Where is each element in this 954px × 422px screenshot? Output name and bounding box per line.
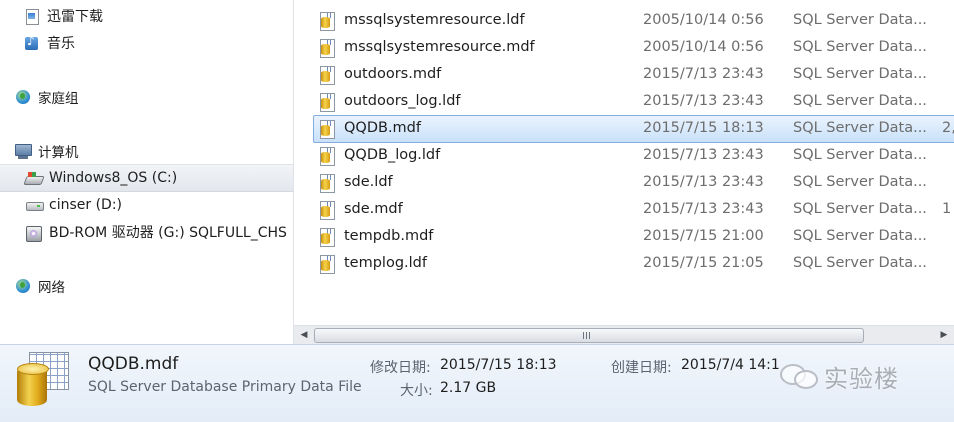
file-date: 2005/10/14 0:56 [643,12,764,28]
horizontal-scrollbar[interactable]: ◀ ▶ [294,325,954,344]
nav-item-label: 计算机 [38,145,79,161]
database-file-icon [320,66,336,85]
size-label: 大小: [400,383,433,399]
file-name: QQDB.mdf [344,120,421,136]
nav-item-homegroup[interactable]: 家庭组 [0,84,293,110]
modified-date-label: 修改日期: [370,360,431,376]
details-file-name: QQDB.mdf [88,354,179,374]
file-name: QQDB_log.ldf [344,147,441,163]
database-file-icon [320,39,336,58]
database-file-icon [320,120,336,139]
file-row[interactable]: QQDB_log.ldf 2015/7/13 23:43 SQL Server … [314,143,954,169]
file-date: 2015/7/13 23:43 [643,174,764,190]
database-file-icon [320,228,336,247]
file-row[interactable]: outdoors.mdf 2015/7/13 23:43 SQL Server … [314,62,954,88]
file-row-selected[interactable]: QQDB.mdf 2015/7/15 18:13 SQL Server Data… [313,115,954,143]
file-row[interactable]: outdoors_log.ldf 2015/7/13 23:43 SQL Ser… [314,89,954,115]
music-folder-icon [23,34,41,52]
file-list: mssqlsystemresource.ldf 2005/10/14 0:56 … [294,0,954,325]
scroll-left-arrow-icon[interactable]: ◀ [297,328,311,342]
database-file-icon [320,201,336,220]
scrollbar-thumb[interactable] [314,328,864,343]
file-type: SQL Server Data... [793,174,927,190]
file-type: SQL Server Data... [793,93,927,109]
modified-date-value: 2015/7/15 18:13 [440,357,557,373]
file-date: 2015/7/13 23:43 [643,93,764,109]
nav-item-drive-c[interactable]: Windows8_OS (C:) [0,164,293,192]
file-name: mssqlsystemresource.ldf [344,12,525,28]
file-name: outdoors.mdf [344,66,442,82]
scroll-right-arrow-icon[interactable]: ▶ [937,328,951,342]
navigation-pane: 迅雷下载 音乐 家庭组 计算机 Windows8_OS (C:) cinser … [0,0,294,344]
file-name: outdoors_log.ldf [344,93,461,109]
nav-item-label: 家庭组 [38,91,79,107]
file-type: SQL Server Data... [793,255,927,271]
nav-item-label: 音乐 [47,36,75,52]
file-date: 2005/10/14 0:56 [643,39,764,55]
file-type: SQL Server Data... [793,201,927,217]
file-size: 2, [942,120,954,136]
watermark-text: 实验楼 [824,365,899,393]
file-type: SQL Server Data... [793,39,927,55]
database-file-icon [320,147,336,166]
file-row[interactable]: tempdb.mdf 2015/7/15 21:00 SQL Server Da… [314,224,954,250]
file-name: sde.ldf [344,174,393,190]
created-date-value: 2015/7/4 14:1 [681,357,780,373]
file-date: 2015/7/15 18:13 [643,120,764,136]
file-date: 2015/7/15 21:05 [643,255,764,271]
nav-item-thunder-downloads[interactable]: 迅雷下载 [0,3,293,29]
file-row[interactable]: sde.ldf 2015/7/13 23:43 SQL Server Data.… [314,170,954,196]
computer-icon [14,142,32,160]
download-folder-icon [23,7,41,25]
wechat-logo-bubble [794,370,818,389]
os-drive-icon [25,169,43,187]
nav-item-label: cinser (D:) [49,197,122,213]
file-row[interactable]: mssqlsystemresource.mdf 2005/10/14 0:56 … [314,35,954,61]
drive-icon [25,196,44,214]
file-type: SQL Server Data... [793,12,927,28]
file-date: 2015/7/13 23:43 [643,201,764,217]
file-row[interactable]: templog.ldf 2015/7/15 21:05 SQL Server D… [314,251,954,277]
nav-item-network[interactable]: 网络 [0,273,293,299]
database-file-large-icon [17,352,69,408]
created-date-label: 创建日期: [611,360,672,376]
nav-item-label: BD-ROM 驱动器 (G:) SQLFULL_CHS [49,225,287,241]
database-file-icon [320,12,336,31]
file-name: templog.ldf [344,255,427,271]
homegroup-icon [14,88,32,106]
scrollbar-grip-icon [583,332,591,339]
nav-item-drive-d[interactable]: cinser (D:) [0,192,293,218]
nav-item-computer[interactable]: 计算机 [0,138,293,164]
file-type: SQL Server Data... [793,228,927,244]
file-date: 2015/7/13 23:43 [643,66,764,82]
watermark: 实验楼 [780,358,930,394]
file-row[interactable]: mssqlsystemresource.ldf 2005/10/14 0:56 … [314,8,954,34]
file-type: SQL Server Data... [793,66,927,82]
file-date: 2015/7/13 23:43 [643,147,764,163]
file-name: mssqlsystemresource.mdf [344,39,535,55]
network-icon [14,277,32,295]
nav-item-drive-g[interactable]: BD-ROM 驱动器 (G:) SQLFULL_CHS [0,219,293,245]
file-type: SQL Server Data... [793,120,927,136]
size-value: 2.17 GB [440,380,497,396]
database-file-icon [320,93,336,112]
file-name: tempdb.mdf [344,228,434,244]
nav-item-label: 迅雷下载 [47,9,103,25]
database-file-icon [320,255,336,274]
nav-item-music[interactable]: 音乐 [0,30,293,56]
file-row[interactable]: sde.mdf 2015/7/13 23:43 SQL Server Data.… [314,197,954,223]
details-file-type: SQL Server Database Primary Data File [88,379,362,395]
cd-drive-icon [25,223,43,242]
database-file-icon [320,174,336,193]
file-type: SQL Server Data... [793,147,927,163]
file-size: 1 [942,201,952,217]
nav-item-label: 网络 [38,280,65,296]
file-date: 2015/7/15 21:00 [643,228,764,244]
file-name: sde.mdf [344,201,403,217]
nav-item-label: Windows8_OS (C:) [49,170,178,186]
